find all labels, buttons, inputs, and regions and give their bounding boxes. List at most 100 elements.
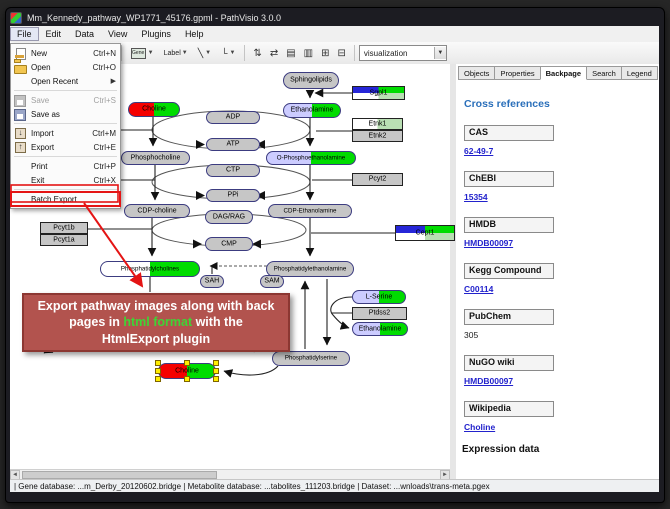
visualization-combobox[interactable]: visualization▼ bbox=[359, 45, 447, 61]
tab-objects[interactable]: Objects bbox=[458, 66, 495, 80]
file-menu-item-open-recent[interactable]: Open Recent▶ bbox=[11, 74, 120, 88]
xref-database-name: HMDB bbox=[464, 217, 554, 233]
align-horizontal-center-icon[interactable]: ⇄ bbox=[270, 48, 278, 59]
metabolite-node-o-phosphoethanolamine[interactable]: O-Phosphoethanolamine bbox=[266, 151, 356, 165]
chevron-down-icon[interactable]: ▼ bbox=[205, 50, 211, 56]
menu-separator bbox=[14, 189, 117, 190]
stack-vertical-icon[interactable]: ⊟ bbox=[338, 48, 346, 59]
xref-link-hmdb00097[interactable]: HMDB00097 bbox=[464, 238, 513, 248]
tab-properties[interactable]: Properties bbox=[494, 66, 540, 80]
metabolite-node-cdp-ethanolamine[interactable]: CDP-Ethanolamine bbox=[268, 204, 352, 218]
tab-search[interactable]: Search bbox=[586, 66, 622, 80]
gene-node-pcyt1b[interactable]: Pcyt1b bbox=[40, 222, 88, 234]
menu-file[interactable]: File bbox=[10, 27, 39, 41]
xref-section-pubchem: PubChem305 bbox=[464, 309, 652, 340]
metabolite-node-ppi[interactable]: PPi bbox=[206, 189, 260, 202]
xref-link-62-49-7[interactable]: 62-49-7 bbox=[464, 146, 493, 156]
file-menu-item-open[interactable]: OpenCtrl+O bbox=[11, 60, 120, 74]
xref-link-c00114[interactable]: C00114 bbox=[464, 284, 493, 294]
align-vertical-center-icon[interactable]: ⇅ bbox=[253, 48, 261, 59]
metabolite-node-adp[interactable]: ADP bbox=[206, 111, 260, 124]
gene-node-pcyt1a[interactable]: Pcyt1a bbox=[40, 234, 88, 246]
metabolite-node-cmp[interactable]: CMP bbox=[205, 237, 253, 251]
file-menu-item-save[interactable]: SaveCtrl+S bbox=[11, 93, 120, 107]
chevron-down-icon[interactable]: ▼ bbox=[229, 50, 235, 56]
xref-section-wikipedia: Wikipedia Choline bbox=[464, 401, 652, 432]
xref-database-name: CAS bbox=[464, 125, 554, 141]
gene-node-cept1[interactable]: Cept1 bbox=[395, 225, 455, 241]
xref-link-hmdb00097[interactable]: HMDB00097 bbox=[464, 376, 513, 386]
cross-references-heading: Cross references bbox=[464, 98, 652, 110]
gene-datanode-button[interactable]: Gene ▼ bbox=[128, 46, 157, 61]
menu-view[interactable]: View bbox=[101, 27, 134, 41]
callout-line2: pages in html format with the bbox=[69, 314, 243, 330]
distribute-rows-icon[interactable]: ▤ bbox=[286, 48, 295, 59]
metabolite-node-choline[interactable]: Choline bbox=[128, 102, 180, 117]
tab-backpage[interactable]: Backpage bbox=[540, 66, 587, 80]
metabolite-node-ctp[interactable]: CTP bbox=[206, 164, 260, 177]
gene-node-etnk2[interactable]: Etnk2 bbox=[352, 130, 403, 142]
file-menu-item-save-as[interactable]: Save as bbox=[11, 107, 120, 121]
file-menu-item-exit[interactable]: ExitCtrl+X bbox=[11, 173, 120, 187]
callout-highlight: html format bbox=[123, 315, 192, 329]
selection-handle[interactable] bbox=[213, 360, 219, 366]
gene-node-etnk1[interactable]: Etnk1 bbox=[352, 118, 403, 130]
xref-database-name: Wikipedia bbox=[464, 401, 554, 417]
window-title: Mm_Kennedy_pathway_WP1771_45176.gpml - P… bbox=[27, 13, 281, 23]
metabolite-node-sah[interactable]: SAH bbox=[200, 275, 224, 288]
connector-tool-button[interactable]: └ ▼ bbox=[218, 46, 238, 60]
menu-help[interactable]: Help bbox=[178, 27, 211, 41]
file-menu-item-export[interactable]: ↑ExportCtrl+E bbox=[11, 140, 120, 154]
metabolite-node-dag-rag[interactable]: DAG/RAG bbox=[205, 210, 253, 224]
export-icon: ↑ bbox=[14, 142, 27, 153]
metabolite-node-cdp-choline[interactable]: CDP-choline bbox=[124, 204, 190, 218]
xref-link-choline[interactable]: Choline bbox=[464, 422, 495, 432]
distribute-columns-icon[interactable]: ▥ bbox=[304, 48, 313, 59]
stack-horizontal-icon[interactable]: ⊞ bbox=[321, 48, 329, 59]
line-tool-button[interactable]: ╲ ▼ bbox=[195, 46, 214, 61]
selection-handle[interactable] bbox=[184, 360, 190, 366]
scrollbar-thumb[interactable] bbox=[22, 471, 217, 479]
chevron-down-icon[interactable]: ▼ bbox=[182, 50, 188, 56]
selection-handle[interactable] bbox=[184, 376, 190, 382]
metabolite-node-l-serine[interactable]: L-Serine bbox=[352, 290, 406, 304]
title-bar[interactable]: Mm_Kennedy_pathway_WP1771_45176.gpml - P… bbox=[10, 10, 658, 26]
xref-database-name: PubChem bbox=[464, 309, 554, 325]
gene-datanode-icon: Gene bbox=[131, 48, 146, 59]
chevron-down-icon[interactable]: ▼ bbox=[434, 47, 446, 59]
menu-data[interactable]: Data bbox=[68, 27, 101, 41]
metabolite-node-phosphatidylserine[interactable]: Phosphatidylserine bbox=[272, 351, 350, 366]
label-tool-button[interactable]: Label ▼ bbox=[161, 48, 191, 59]
metabolite-node-phosphocholine[interactable]: Phosphocholine bbox=[121, 151, 190, 165]
selection-handle[interactable] bbox=[155, 360, 161, 366]
chevron-down-icon[interactable]: ▼ bbox=[148, 50, 154, 56]
menu-separator bbox=[14, 90, 117, 91]
selection-handle[interactable] bbox=[213, 376, 219, 382]
file-menu-item-new[interactable]: NewCtrl+N bbox=[11, 46, 120, 60]
selection-handle[interactable] bbox=[213, 368, 219, 374]
file-menu-item-batch-export[interactable]: Batch Export bbox=[11, 192, 120, 206]
metabolite-node-sphingolipids[interactable]: Sphingolipids bbox=[283, 72, 339, 89]
metabolite-node-sam[interactable]: SAM bbox=[260, 275, 284, 288]
metabolite-node-atp[interactable]: ATP bbox=[206, 138, 260, 151]
selection-handle[interactable] bbox=[155, 376, 161, 382]
metabolite-node-ethanolamine[interactable]: Ethanolamine bbox=[352, 322, 408, 336]
gene-node-sgpl1[interactable]: Sgpl1 bbox=[352, 86, 405, 100]
metabolite-node-phosphatidylcholines[interactable]: Phosphatidylcholines bbox=[100, 261, 200, 277]
line-tool-icon: ╲ bbox=[198, 48, 203, 59]
file-menu-item-import[interactable]: ↓ImportCtrl+M bbox=[11, 126, 120, 140]
tab-legend[interactable]: Legend bbox=[621, 66, 658, 80]
selection-handle[interactable] bbox=[155, 368, 161, 374]
save-icon bbox=[14, 95, 27, 106]
xref-link-15354[interactable]: 15354 bbox=[464, 192, 488, 202]
file-menu-item-print[interactable]: PrintCtrl+P bbox=[11, 159, 120, 173]
gene-node-pcyt2[interactable]: Pcyt2 bbox=[352, 173, 403, 186]
xref-section-nugo-wiki: NuGO wikiHMDB00097 bbox=[464, 355, 652, 386]
gene-node-ptdss2[interactable]: Ptdss2 bbox=[352, 307, 407, 320]
toolbar-separator bbox=[354, 45, 355, 61]
backpage-panel: Cross references CAS62-49-7ChEBI15354HMD… bbox=[462, 84, 652, 464]
menu-plugins[interactable]: Plugins bbox=[134, 27, 178, 41]
metabolite-node-ethanolamine[interactable]: Ethanolamine bbox=[283, 103, 341, 118]
menu-separator bbox=[14, 156, 117, 157]
menu-edit[interactable]: Edit bbox=[39, 27, 69, 41]
